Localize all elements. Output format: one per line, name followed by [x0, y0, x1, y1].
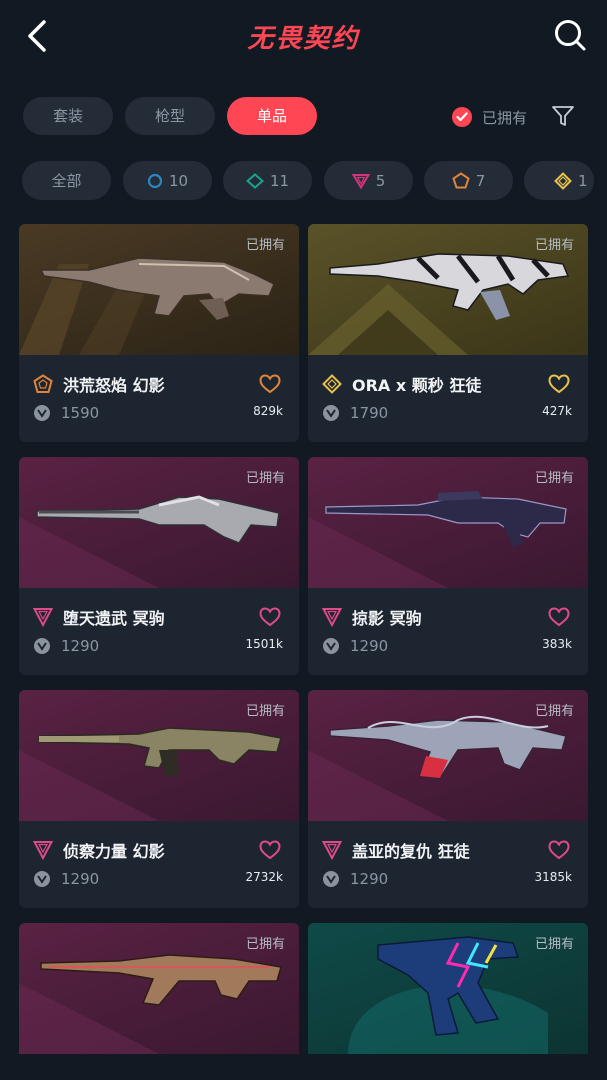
heart-icon[interactable]	[548, 840, 570, 860]
tier-deluxe[interactable]: 11	[223, 161, 312, 200]
ultra-tier-icon	[554, 171, 572, 190]
skin-name: 盖亚的复仇 狂徒	[352, 842, 470, 861]
segment-bundle[interactable]: 套装	[23, 97, 113, 135]
skin-card[interactable]: 已拥有 掠影 冥驹 1290 383k	[308, 457, 588, 675]
tier-exclusive[interactable]: 7	[424, 161, 513, 200]
like-count: 383k	[542, 637, 572, 651]
skin-card[interactable]: 已拥有 堕天遗武 冥驹 1290 1501k	[19, 457, 299, 675]
tier-all[interactable]: 全部	[22, 161, 111, 200]
skin-image: 已拥有	[19, 457, 299, 588]
skin-name: 洪荒怒焰 幻影	[63, 376, 165, 395]
vp-currency-icon	[34, 871, 50, 887]
skin-card[interactable]: 已拥有 盖亚的复仇 狂徒 1290 3185k	[308, 690, 588, 908]
skin-price: 1790	[350, 404, 389, 422]
tier-premium[interactable]: 5	[324, 161, 413, 200]
skin-name: 掠影 冥驹	[352, 609, 422, 628]
search-icon[interactable]	[553, 18, 587, 52]
skin-card[interactable]: 已拥有	[308, 923, 588, 1054]
owned-tag: 已拥有	[534, 704, 574, 719]
vp-currency-icon	[34, 405, 50, 421]
owned-tag: 已拥有	[245, 937, 285, 952]
ultra-tier-icon	[322, 374, 342, 394]
skin-price: 1290	[61, 870, 100, 888]
skin-name: ORA x 颗秒 狂徒	[352, 376, 482, 395]
skin-price: 1290	[61, 637, 100, 655]
skin-price: 1290	[350, 637, 389, 655]
premium-tier-icon	[351, 173, 370, 189]
skin-price: 1290	[350, 870, 389, 888]
premium-tier-icon	[322, 841, 342, 860]
owned-tag: 已拥有	[534, 471, 574, 486]
heart-icon[interactable]	[259, 374, 281, 394]
skin-image: 已拥有	[19, 224, 299, 355]
tier-select[interactable]: 10	[123, 161, 212, 200]
owned-tag: 已拥有	[245, 704, 285, 719]
app-header: 无畏契约	[0, 0, 607, 75]
skin-image: 已拥有	[308, 923, 588, 1054]
owned-tag: 已拥有	[534, 238, 574, 253]
segment-item[interactable]: 单品	[227, 97, 317, 135]
segment-weapon-type[interactable]: 枪型	[125, 97, 215, 135]
vp-currency-icon	[323, 405, 339, 421]
skin-name: 堕天遗武 冥驹	[63, 609, 165, 628]
heart-icon[interactable]	[259, 840, 281, 860]
like-count: 2732k	[245, 870, 284, 884]
skin-card[interactable]: 已拥有 ORA x 颗秒 狂徒 1790 427k	[308, 224, 588, 442]
checkbox-checked-icon[interactable]	[452, 107, 472, 127]
vp-currency-icon	[323, 638, 339, 654]
skin-image: 已拥有	[308, 690, 588, 821]
page-title: 无畏契约	[247, 24, 360, 54]
tier-ultra[interactable]: 1	[524, 161, 594, 200]
vp-currency-icon	[323, 871, 339, 887]
deluxe-tier-icon	[245, 172, 264, 189]
skin-image: 已拥有	[308, 457, 588, 588]
heart-icon[interactable]	[548, 374, 570, 394]
vp-currency-icon	[34, 638, 50, 654]
skin-price: 1590	[61, 404, 100, 422]
select-tier-icon	[147, 173, 163, 188]
skin-image: 已拥有	[19, 923, 299, 1054]
filter-icon[interactable]	[551, 104, 575, 128]
skin-image: 已拥有	[19, 690, 299, 821]
owned-filter-label: 已拥有	[482, 108, 528, 127]
exclusive-tier-icon	[452, 172, 470, 189]
like-count: 1501k	[245, 637, 284, 651]
skin-card[interactable]: 已拥有 洪荒怒焰 幻影 1590 829k	[19, 224, 299, 442]
owned-tag: 已拥有	[245, 471, 285, 486]
premium-tier-icon	[322, 608, 342, 627]
exclusive-tier-icon	[33, 374, 53, 393]
owned-tag: 已拥有	[245, 238, 285, 253]
heart-icon[interactable]	[259, 607, 281, 627]
premium-tier-icon	[33, 608, 53, 627]
like-count: 3185k	[534, 870, 573, 884]
skin-card[interactable]: 已拥有 侦察力量 幻影 1290 2732k	[19, 690, 299, 908]
skin-image: 已拥有	[308, 224, 588, 355]
skin-card[interactable]: 已拥有	[19, 923, 299, 1054]
premium-tier-icon	[33, 841, 53, 860]
skin-name: 侦察力量 幻影	[63, 842, 165, 861]
like-count: 427k	[542, 404, 572, 418]
heart-icon[interactable]	[548, 607, 570, 627]
owned-filter-toggle[interactable]: 已拥有	[452, 104, 527, 130]
owned-tag: 已拥有	[534, 937, 574, 952]
like-count: 829k	[253, 404, 283, 418]
